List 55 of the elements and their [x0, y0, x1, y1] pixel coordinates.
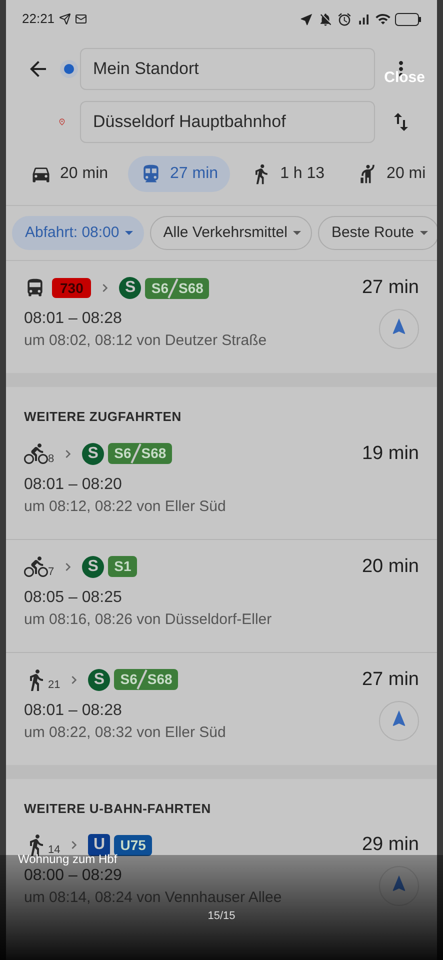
filter-chip[interactable]: Beste Route [318, 216, 437, 250]
route-duration: 27 min [362, 668, 419, 692]
image-counter: 15/15 [206, 909, 236, 924]
destination-field[interactable]: Düsseldorf Hauptbahnhof [80, 101, 375, 143]
travel-mode-tab[interactable]: 20 min [18, 156, 120, 192]
route-times: 08:00 – 08:29 [24, 866, 122, 886]
route-detail: um 08:22, 08:32 von Eller Süd [24, 722, 227, 742]
route-times: 08:01 – 08:28 [24, 700, 122, 720]
route-times: 08:01 – 08:28 [24, 309, 122, 329]
route-times: 08:05 – 08:25 [24, 588, 122, 608]
s-bahn-logo: S [82, 556, 104, 578]
s-bahn-logo: S [88, 668, 110, 690]
travel-mode-tab[interactable]: 1 h 13 [238, 156, 337, 192]
muted-bell-icon [318, 12, 333, 26]
walk-minutes: 14 [48, 845, 60, 856]
filter-chip[interactable]: Alle Verkehrsmittel [150, 216, 312, 250]
alarm-icon [337, 12, 352, 26]
s-bahn-logo: S [82, 442, 104, 464]
walk-minutes: 21 [48, 680, 60, 690]
battery-icon [395, 12, 421, 26]
route-detail: um 08:12, 08:22 von Eller Süd [24, 496, 227, 516]
route-detail: um 08:16, 08:26 von Düsseldorf-Eller [24, 610, 273, 630]
bicycle-icon [24, 442, 48, 466]
navigate-button[interactable] [379, 700, 419, 740]
caret-icon [125, 231, 134, 235]
line-badge: S1 [108, 556, 138, 577]
status-time: 22:21 [22, 10, 55, 28]
route-duration: 27 min [362, 276, 419, 300]
line-badge: S6 S68 [145, 278, 210, 298]
route-duration: 19 min [362, 442, 419, 466]
route-detail: um 08:02, 08:12 von Deutzer Straße [24, 331, 268, 351]
caret-icon [420, 231, 428, 235]
navigate-button[interactable] [379, 309, 419, 349]
walk-minutes: 7 [48, 566, 54, 578]
image-caption: Wohnung zum Hbf [18, 853, 118, 866]
line-badge: 730 [52, 278, 92, 298]
s-bahn-logo: S [119, 277, 142, 299]
signal-icon [356, 12, 371, 26]
travel-mode-tab[interactable]: 20 mi [344, 156, 437, 192]
line-badge: S6 S68 [108, 443, 172, 464]
caret-icon [293, 231, 302, 235]
walk-minutes: 8 [48, 454, 54, 464]
line-badge: U75 [114, 834, 152, 856]
bicycle-icon [24, 554, 48, 578]
route-duration: 20 min [362, 554, 419, 578]
section-heading: WEITERE U-BAHN-FAHRTEN [23, 800, 212, 818]
route-times: 08:01 – 08:20 [24, 474, 122, 494]
route-duration: 29 min [362, 833, 419, 857]
wifi-icon [375, 11, 391, 27]
line-badge: S6 S68 [114, 669, 178, 690]
section-heading: WEITERE ZUGFAHRTEN [23, 408, 183, 426]
mail-icon [74, 13, 87, 25]
location-icon [299, 12, 314, 26]
origin-field[interactable]: Mein Standort [80, 48, 375, 90]
navigate-button[interactable] [379, 866, 419, 906]
